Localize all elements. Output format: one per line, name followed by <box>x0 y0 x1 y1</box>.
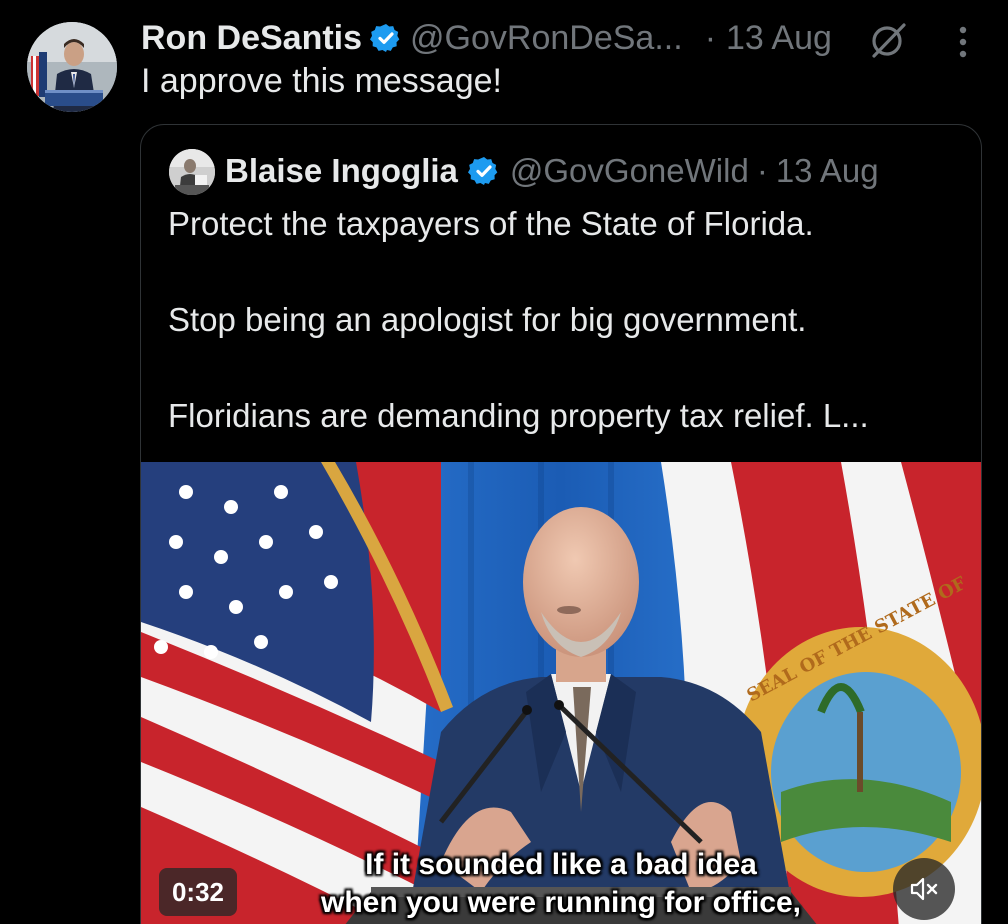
video-caption-line-2: when you were running for office, <box>320 886 802 919</box>
quoted-verified-badge-icon[interactable] <box>467 155 500 187</box>
header-separator: · <box>704 18 717 57</box>
quoted-author-avatar[interactable] <box>169 149 215 195</box>
quoted-text-line-1: Protect the taxpayers of the State of Fl… <box>168 205 814 242</box>
quoted-video[interactable]: SEAL OF THE STATE OF If it sounded like … <box>141 462 981 924</box>
author-handle[interactable]: @GovRonDeSa... <box>410 19 683 58</box>
video-caption-line-1: If it sounded like a bad idea <box>365 848 757 881</box>
quoted-text-line-2: Stop being an apologist for big governme… <box>168 301 807 338</box>
author-avatar[interactable] <box>27 22 117 112</box>
author-avatar-image <box>27 22 117 112</box>
quoted-header-separator: · <box>756 152 768 189</box>
quoted-author-name[interactable]: Blaise Ingoglia <box>225 152 458 190</box>
quoted-author-avatar-image <box>169 149 215 195</box>
quoted-tweet-header: Blaise Ingoglia @GovGoneWild · 13 Aug <box>225 147 879 195</box>
verified-badge-icon[interactable] <box>370 22 402 54</box>
tweet-date[interactable]: 13 Aug <box>726 19 832 58</box>
more-vertical-icon[interactable] <box>950 22 976 62</box>
grok-icon[interactable] <box>868 20 908 60</box>
video-duration-badge: 0:32 <box>159 868 237 916</box>
tweet-text: I approve this message! <box>141 62 502 100</box>
quoted-author-handle[interactable]: @GovGoneWild <box>510 152 749 190</box>
tweet-header: Ron DeSantis @GovRonDeSa... · 13 Aug <box>141 14 832 62</box>
tweet-page: Ron DeSantis @GovRonDeSa... · 13 Aug I a… <box>0 0 1008 924</box>
quoted-text-line-3: Floridians are demanding property tax re… <box>168 397 869 434</box>
author-name[interactable]: Ron DeSantis <box>141 19 362 58</box>
mute-button[interactable] <box>893 858 955 920</box>
quoted-tweet-date[interactable]: 13 Aug <box>776 152 879 190</box>
speaker-muted-icon <box>910 877 938 901</box>
quoted-tweet-card[interactable]: Blaise Ingoglia @GovGoneWild · 13 Aug Pr… <box>140 124 982 924</box>
